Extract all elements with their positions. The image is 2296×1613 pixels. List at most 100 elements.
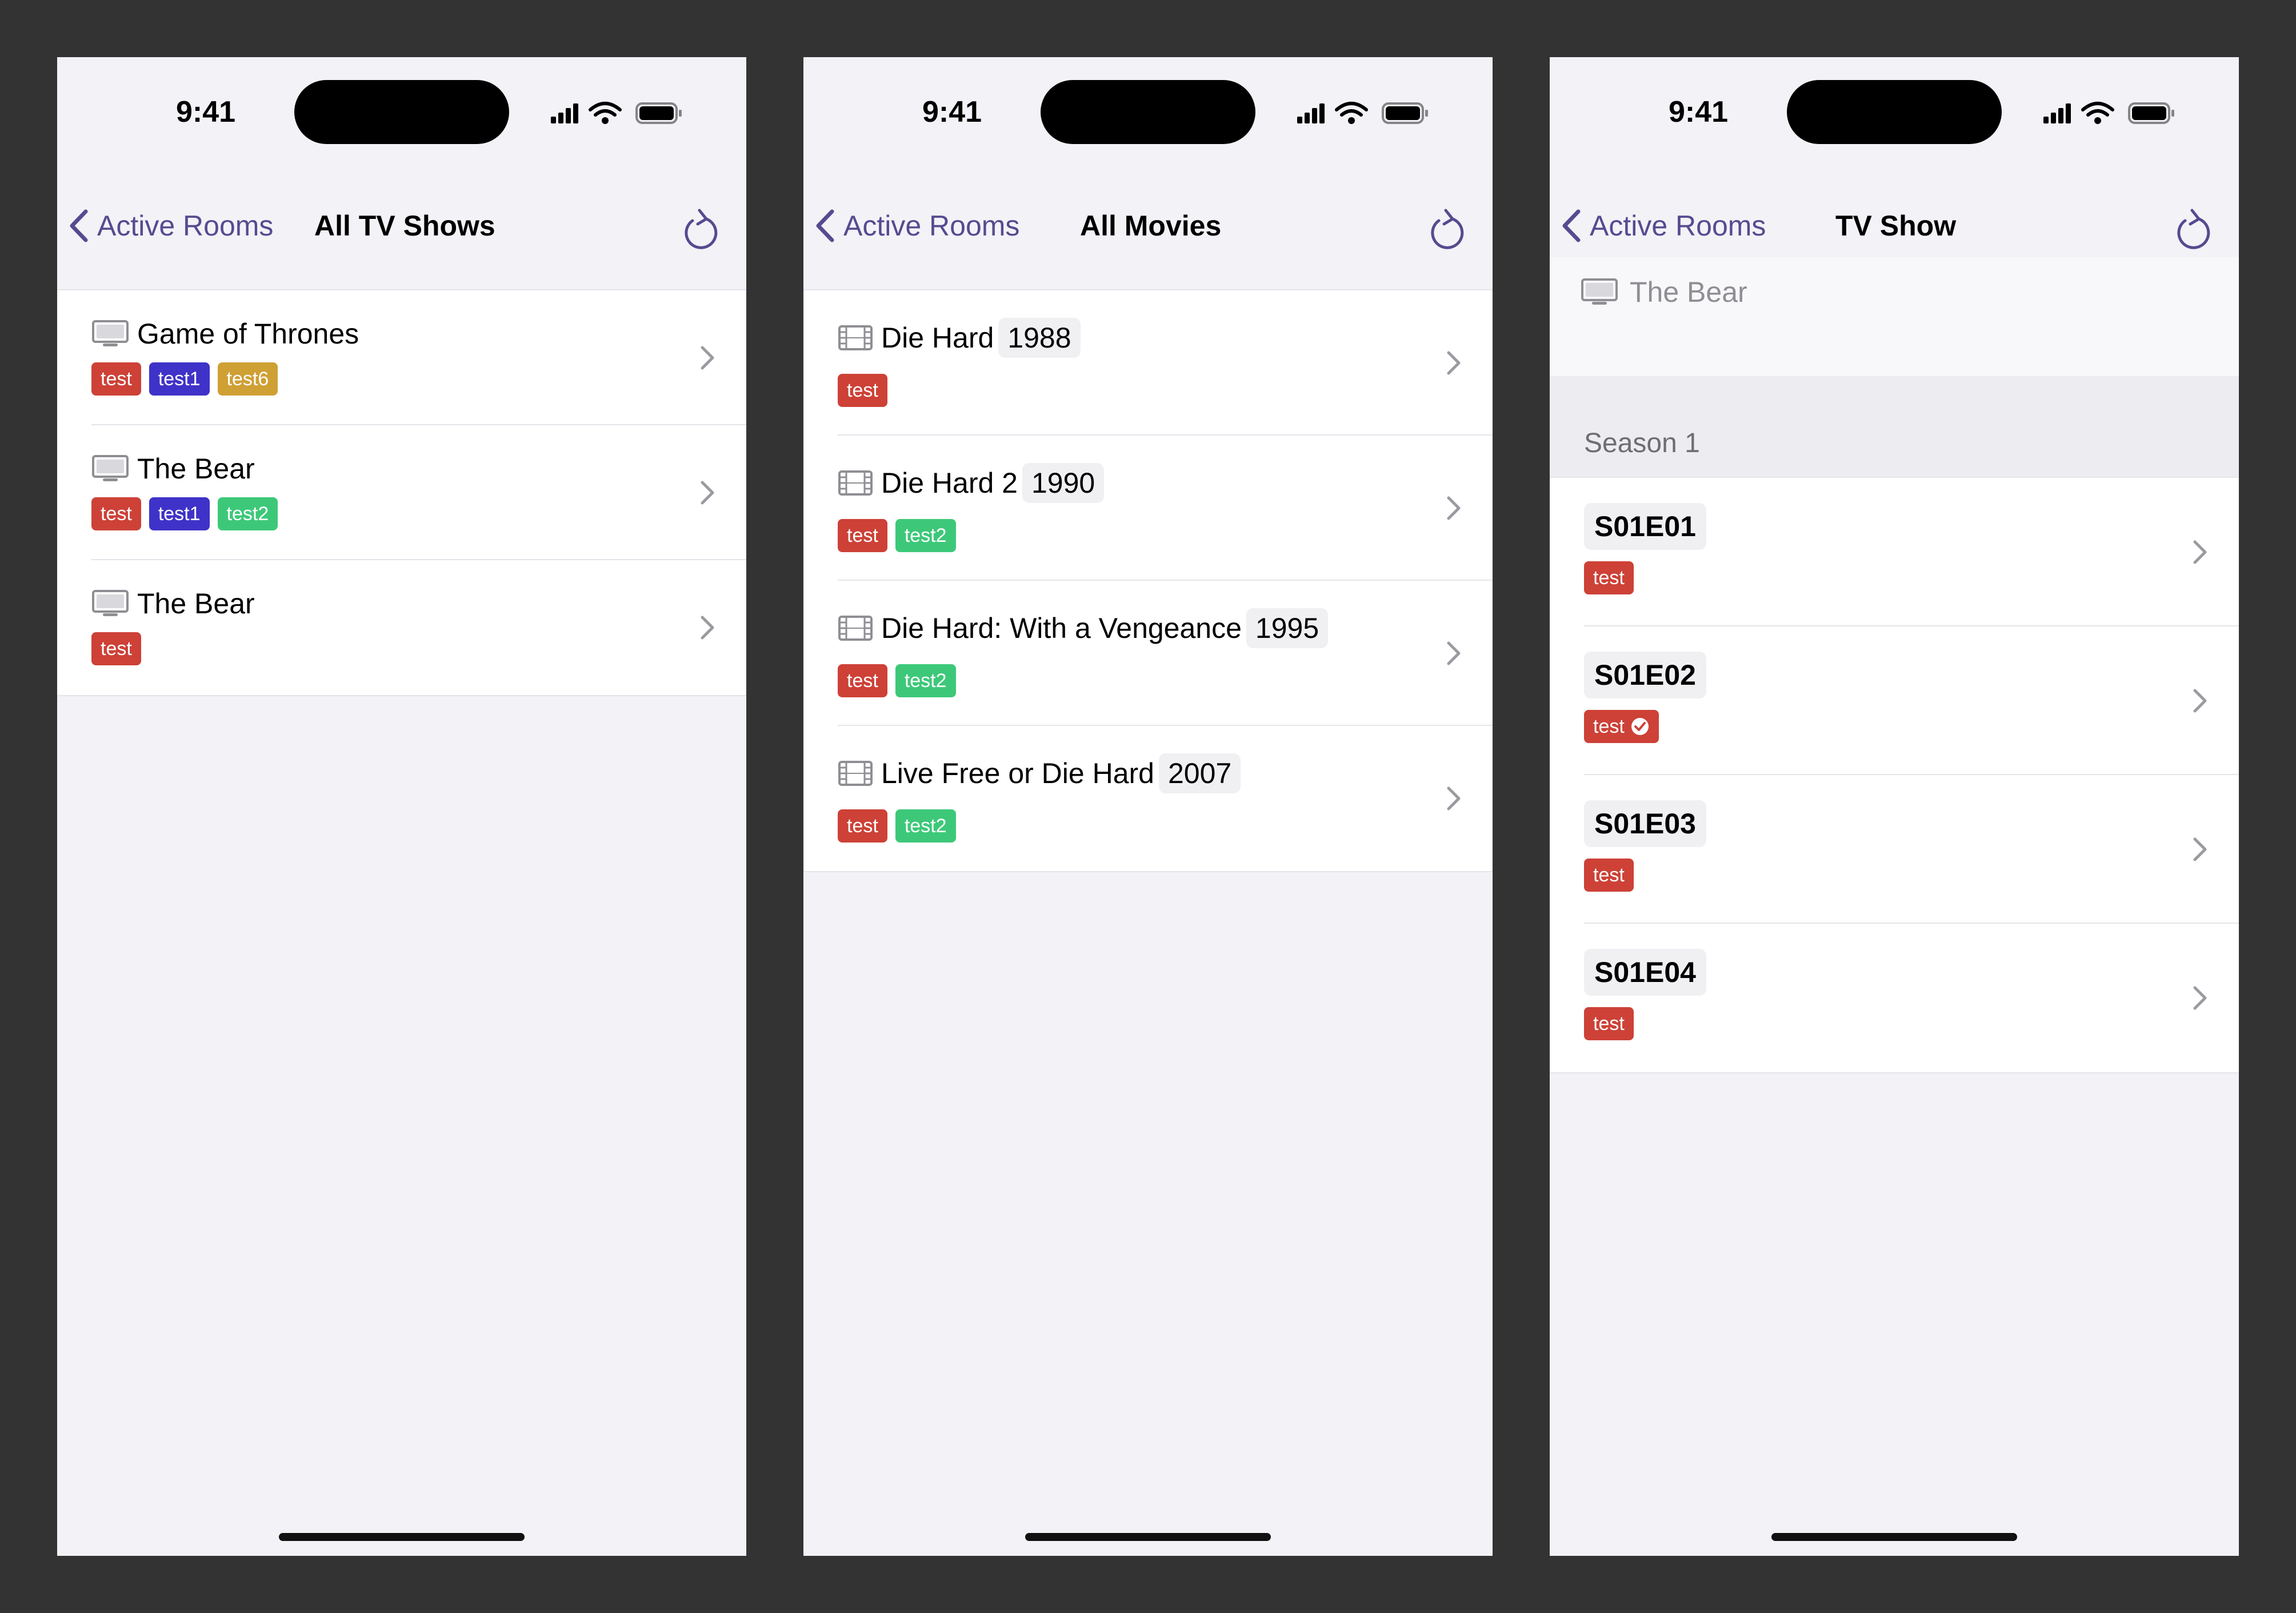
- list-item-tv-show[interactable]: The Bear test test1 test2: [57, 425, 746, 560]
- home-indicator[interactable]: [1771, 1533, 2017, 1541]
- tag-list: test test1 test6: [91, 362, 286, 396]
- tv-icon: [91, 589, 129, 618]
- navigation-bar: Active Rooms All Movies: [803, 194, 1493, 257]
- movie-list: Die Hard 1988 test Die Hard 2 1990 test …: [803, 289, 1493, 872]
- tag-badge-checked[interactable]: test: [1584, 710, 1659, 743]
- dynamic-island: [294, 80, 509, 144]
- show-title: The Bear: [137, 588, 255, 620]
- row-title: Die Hard 2 1990: [838, 457, 1105, 509]
- show-title-row: The Bear: [1581, 276, 1747, 309]
- tag-badge[interactable]: test2: [217, 497, 278, 530]
- checkmark-circle-icon: [1630, 717, 1650, 736]
- list-item-movie[interactable]: Live Free or Die Hard 2007 test test2: [803, 726, 1493, 871]
- tag-list: test test2: [838, 809, 964, 843]
- tag-badge[interactable]: test: [91, 362, 141, 396]
- list-item-episode[interactable]: S01E04 test: [1550, 924, 2239, 1072]
- section-header: Season 1: [1550, 376, 2239, 477]
- screen-all-movies: 9:41 Active Rooms All Movies Die Hard 19…: [803, 57, 1493, 1556]
- back-button[interactable]: Active Rooms: [815, 194, 1019, 257]
- tv-icon: [91, 454, 129, 483]
- status-bar: 9:41: [1550, 57, 2239, 171]
- row-title: The Bear: [91, 582, 255, 625]
- status-time: 9:41: [175, 95, 236, 129]
- screen-all-tv-shows: 9:41 Active Rooms All TV Shows Game of T…: [57, 57, 746, 1556]
- row-title: Die Hard: With a Vengeance 1995: [838, 602, 1329, 654]
- movie-year: 1990: [1022, 463, 1105, 503]
- back-button[interactable]: Active Rooms: [69, 194, 273, 257]
- show-title: The Bear: [1630, 276, 1747, 308]
- status-icons: [1294, 101, 1454, 127]
- movie-year: 2007: [1158, 753, 1241, 793]
- back-label: Active Rooms: [97, 210, 274, 242]
- chevron-right-icon: [1446, 495, 1462, 521]
- movie-year: 1988: [998, 318, 1081, 358]
- movie-title: Live Free or Die Hard: [881, 757, 1154, 789]
- film-icon: [838, 615, 873, 641]
- tag-badge[interactable]: test: [838, 664, 887, 697]
- home-indicator[interactable]: [279, 1533, 525, 1541]
- refresh-icon[interactable]: [679, 208, 719, 251]
- refresh-icon[interactable]: [1425, 208, 1465, 251]
- list-item-movie[interactable]: Die Hard 1988 test: [803, 290, 1493, 436]
- tag-badge[interactable]: test: [1584, 561, 1634, 594]
- tv-show-list: Game of Thrones test test1 test6 The Bea…: [57, 289, 746, 696]
- tag-badge[interactable]: test2: [895, 519, 956, 552]
- tag-badge[interactable]: test2: [895, 664, 956, 697]
- tag-badge[interactable]: test: [91, 497, 141, 530]
- movie-title: Die Hard: With a Vengeance: [881, 612, 1242, 644]
- movie-title: Die Hard: [881, 322, 994, 354]
- tag-badge[interactable]: test2: [895, 809, 956, 843]
- tag-list: test: [838, 374, 895, 407]
- dynamic-island: [1787, 80, 2002, 144]
- tv-icon: [91, 320, 129, 348]
- tag-badge[interactable]: test: [838, 374, 887, 407]
- chevron-right-icon: [1446, 640, 1462, 666]
- tag-badge[interactable]: test: [1584, 859, 1634, 892]
- chevron-left-icon: [815, 209, 835, 243]
- list-item-episode[interactable]: S01E03 test: [1550, 775, 2239, 924]
- film-icon: [838, 470, 873, 496]
- tag-badge[interactable]: test: [91, 632, 141, 665]
- refresh-icon[interactable]: [2171, 208, 2211, 251]
- page-title: All TV Shows: [314, 210, 495, 242]
- status-icons: [2040, 101, 2200, 127]
- list-item-tv-show[interactable]: Game of Thrones test test1 test6: [57, 290, 746, 425]
- tag-list: test: [1584, 1007, 1642, 1040]
- chevron-right-icon: [2192, 836, 2208, 863]
- row-title: The Bear: [91, 447, 255, 490]
- tag-label: test: [1593, 716, 1625, 737]
- tag-badge[interactable]: test: [838, 519, 887, 552]
- movie-year: 1995: [1246, 608, 1329, 648]
- tag-list: test test2: [838, 519, 964, 552]
- tag-badge[interactable]: test1: [149, 497, 210, 530]
- chevron-left-icon: [69, 209, 89, 243]
- film-icon: [838, 325, 873, 351]
- movie-title: Die Hard 2: [881, 467, 1018, 499]
- episode-label: S01E01: [1584, 503, 1706, 550]
- list-item-tv-show[interactable]: The Bear test: [57, 560, 746, 695]
- tv-icon: [1581, 278, 1618, 306]
- show-title: The Bear: [137, 453, 255, 485]
- list-item-episode[interactable]: S01E02 test: [1550, 626, 2239, 775]
- tag-badge[interactable]: test: [838, 809, 887, 843]
- list-item-movie[interactable]: Die Hard: With a Vengeance 1995 test tes…: [803, 581, 1493, 726]
- tag-list: test: [1584, 710, 1667, 743]
- tag-list: test: [1584, 859, 1642, 892]
- tag-list: test: [1584, 561, 1642, 594]
- row-title: Die Hard 1988: [838, 312, 1081, 364]
- dynamic-island: [1041, 80, 1255, 144]
- episode-list: S01E01 test S01E02 test S01E03 test S01E…: [1550, 477, 2239, 1073]
- chevron-right-icon: [1446, 785, 1462, 812]
- list-item-movie[interactable]: Die Hard 2 1990 test test2: [803, 436, 1493, 581]
- status-bar: 9:41: [57, 57, 746, 171]
- episode-label: S01E04: [1584, 949, 1706, 996]
- back-button[interactable]: Active Rooms: [1561, 194, 1766, 257]
- status-bar: 9:41: [803, 57, 1493, 171]
- tag-badge[interactable]: test1: [149, 362, 210, 396]
- back-label: Active Rooms: [1590, 210, 1766, 242]
- home-indicator[interactable]: [1025, 1533, 1271, 1541]
- tag-badge[interactable]: test6: [217, 362, 278, 396]
- list-item-episode[interactable]: S01E01 test: [1550, 478, 2239, 626]
- row-title: Live Free or Die Hard 2007: [838, 748, 1241, 799]
- tag-badge[interactable]: test: [1584, 1007, 1634, 1040]
